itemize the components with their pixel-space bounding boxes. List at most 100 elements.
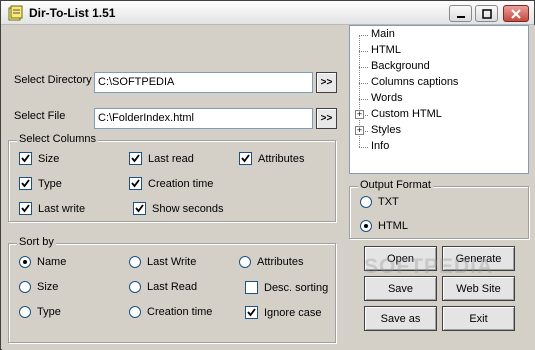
tree-item-label: Words <box>371 92 403 104</box>
website-button[interactable]: Web Site <box>442 276 515 301</box>
desc-sorting-label: Desc. sorting <box>264 281 329 294</box>
output-html-radio[interactable]: HTML <box>360 220 408 232</box>
sort-creationtime-radio[interactable]: Creation time <box>129 306 212 318</box>
file-input[interactable]: C:\FolderIndex.html <box>94 108 313 129</box>
output-txt-label: TXT <box>378 196 399 208</box>
checkbox-box[interactable] <box>129 177 142 190</box>
radio-circle[interactable] <box>129 306 141 318</box>
output-html-label: HTML <box>378 220 408 232</box>
sort-attributes-label: Attributes <box>257 256 304 268</box>
file-label: Select File <box>14 110 66 122</box>
col-showseconds-label: Show seconds <box>152 202 224 215</box>
col-type-checkbox[interactable]: Type <box>19 177 62 190</box>
col-attributes-checkbox[interactable]: Attributes <box>239 152 304 165</box>
save-button[interactable]: Save <box>364 276 437 301</box>
radio-circle[interactable] <box>239 256 251 268</box>
radio-circle[interactable] <box>19 306 31 318</box>
expand-plus-icon[interactable]: + <box>355 126 364 135</box>
output-format-title: Output Format <box>358 179 433 191</box>
sort-size-label: Size <box>37 281 59 293</box>
radio-circle[interactable] <box>19 281 31 293</box>
tree-item-html[interactable]: HTML <box>350 43 528 59</box>
open-button[interactable]: Open <box>364 246 437 271</box>
expand-plus-icon[interactable]: + <box>355 110 364 119</box>
tree-connector <box>359 99 368 100</box>
tree-item-custom-html[interactable]: + Custom HTML <box>350 107 528 123</box>
tree-item-label: Styles <box>371 124 401 136</box>
check-icon <box>247 308 256 317</box>
col-attributes-label: Attributes <box>258 152 305 165</box>
radio-circle[interactable] <box>360 196 372 208</box>
output-txt-radio[interactable]: TXT <box>360 196 399 208</box>
checkbox-box[interactable] <box>129 152 142 165</box>
tree-connector <box>359 51 368 52</box>
minimize-button[interactable] <box>449 5 472 22</box>
exit-button[interactable]: Exit <box>442 306 515 331</box>
save-as-button[interactable]: Save as <box>364 306 437 331</box>
check-icon <box>135 204 144 213</box>
tree-item-styles[interactable]: + Styles <box>350 123 528 139</box>
title-bar[interactable]: Dir-To-List 1.51 <box>1 1 534 25</box>
sort-lastwrite-label: Last Write <box>147 256 197 268</box>
tree-item-label: Custom HTML <box>371 108 442 120</box>
tree-item-info[interactable]: Info <box>350 139 528 155</box>
check-icon <box>21 204 30 213</box>
radio-circle[interactable] <box>360 220 372 232</box>
sort-size-radio[interactable]: Size <box>19 281 58 293</box>
close-icon <box>511 8 521 19</box>
col-showseconds-checkbox[interactable]: Show seconds <box>133 202 224 215</box>
check-icon <box>21 154 30 163</box>
sort-lastread-label: Last Read <box>147 281 198 293</box>
browse-directory-button[interactable]: >> <box>316 72 337 93</box>
sort-type-label: Type <box>37 306 61 318</box>
maximize-button[interactable] <box>475 5 498 22</box>
col-lastwrite-checkbox[interactable]: Last write <box>19 202 85 215</box>
tree-connector <box>359 35 368 36</box>
checkbox-box[interactable] <box>245 281 258 294</box>
window-title: Dir-To-List 1.51 <box>29 6 116 20</box>
tree-item-label: Main <box>371 28 395 40</box>
directory-label: Select Directory <box>14 74 92 86</box>
tree-connector <box>359 147 368 148</box>
close-button[interactable] <box>503 5 529 22</box>
col-lastread-label: Last read <box>148 152 194 165</box>
col-creationtime-label: Creation time <box>148 177 214 190</box>
tree-item-main[interactable]: Main <box>350 27 528 43</box>
radio-dot <box>364 224 368 228</box>
tree-connector <box>359 67 368 68</box>
col-creationtime-checkbox[interactable]: Creation time <box>129 177 213 190</box>
col-lastwrite-label: Last write <box>38 202 86 215</box>
checkbox-box[interactable] <box>133 202 146 215</box>
generate-button[interactable]: Generate <box>442 246 515 271</box>
checkbox-box[interactable] <box>19 202 32 215</box>
settings-tree[interactable]: Main HTML Background Columns captions Wo… <box>349 25 529 174</box>
ignore-case-label: Ignore case <box>264 306 322 319</box>
checkbox-box[interactable] <box>19 152 32 165</box>
ignore-case-checkbox[interactable]: Ignore case <box>245 306 321 319</box>
tree-item-label: Columns captions <box>371 76 459 88</box>
sort-name-radio[interactable]: Name <box>19 256 66 268</box>
check-icon <box>21 179 30 188</box>
checkbox-box[interactable] <box>245 306 258 319</box>
col-size-label: Size <box>38 152 60 165</box>
radio-circle[interactable] <box>129 256 141 268</box>
sort-group-title: Sort by <box>17 236 56 248</box>
radio-circle[interactable] <box>129 281 141 293</box>
directory-input[interactable]: C:\SOFTPEDIA <box>94 72 313 93</box>
col-type-label: Type <box>38 177 62 190</box>
sort-attributes-radio[interactable]: Attributes <box>239 256 303 268</box>
radio-circle[interactable] <box>19 256 31 268</box>
tree-item-columns-captions[interactable]: Columns captions <box>350 75 528 91</box>
checkbox-box[interactable] <box>19 177 32 190</box>
desc-sorting-checkbox[interactable]: Desc. sorting <box>245 281 328 294</box>
browse-file-button[interactable]: >> <box>316 108 337 129</box>
sort-type-radio[interactable]: Type <box>19 306 61 318</box>
sort-lastwrite-radio[interactable]: Last Write <box>129 256 196 268</box>
sort-lastread-radio[interactable]: Last Read <box>129 281 197 293</box>
tree-item-background[interactable]: Background <box>350 59 528 75</box>
col-size-checkbox[interactable]: Size <box>19 152 59 165</box>
checkbox-box[interactable] <box>239 152 252 165</box>
tree-item-words[interactable]: Words <box>350 91 528 107</box>
col-lastread-checkbox[interactable]: Last read <box>129 152 194 165</box>
tree-item-label: Info <box>371 140 390 152</box>
